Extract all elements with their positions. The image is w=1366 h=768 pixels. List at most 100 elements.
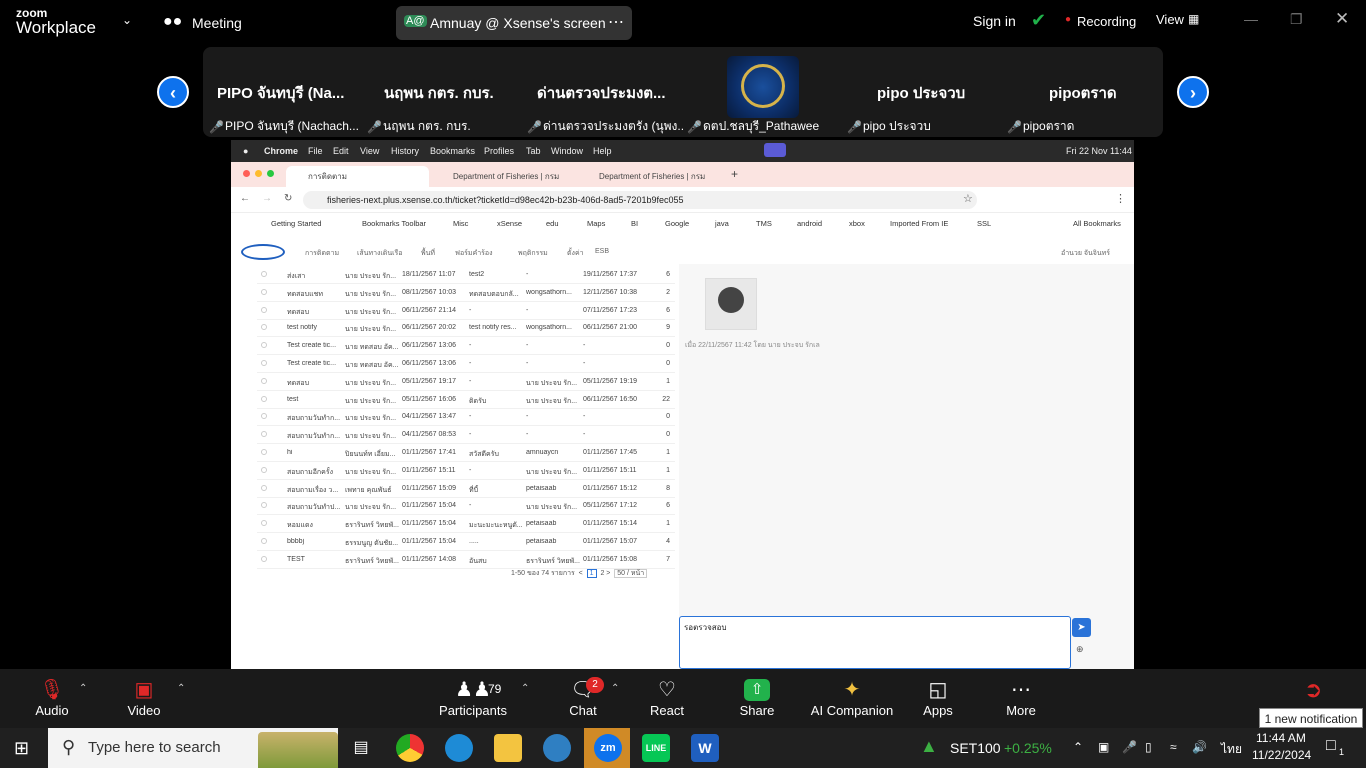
row-select-icon[interactable] [261, 306, 267, 313]
row-select-icon[interactable] [261, 502, 267, 509]
screen-share-pill[interactable]: A@ Amnuay @ Xsense's screen ⋯ [396, 6, 632, 40]
line-app-icon[interactable]: LINE [642, 734, 670, 762]
row-select-icon[interactable] [261, 484, 267, 491]
gallery-next-button[interactable]: › [1177, 76, 1209, 108]
row-select-icon[interactable] [261, 342, 267, 349]
tray-meet-icon[interactable]: ▣ [1098, 740, 1109, 754]
menu-item[interactable]: Edit [333, 146, 349, 156]
ai-companion-button[interactable]: ✦ AI Companion [807, 677, 897, 718]
task-view-icon[interactable]: ▤ [347, 734, 375, 762]
menu-item[interactable]: Window [551, 146, 583, 156]
taskbar-time[interactable]: 11:44 AM [1256, 731, 1306, 745]
bookmark-item[interactable]: Misc [453, 219, 468, 228]
stock-chart-icon[interactable]: ▲ [920, 736, 938, 757]
table-row[interactable]: TEST ธรารินทร์ วิทยพั... 01/11/2567 14:08 อ… [257, 551, 675, 569]
window-close-dot-icon[interactable] [243, 170, 250, 177]
video-options-icon[interactable]: ⌃ [177, 683, 185, 694]
participants-button[interactable]: ♟♟ Participants [428, 677, 518, 718]
row-select-icon[interactable] [261, 288, 267, 295]
chat-options-icon[interactable]: ⌃ [611, 683, 619, 694]
row-select-icon[interactable] [261, 395, 267, 402]
table-row[interactable]: สอบถามอีกครั้ง นาย ประจบ รัก... 01/11/2567… [257, 462, 675, 480]
taskbar-date[interactable]: 11/22/2024 [1252, 748, 1311, 762]
browser-tab[interactable]: Department of Fisheries | กรม [577, 166, 720, 187]
new-tab-icon[interactable]: + [731, 167, 738, 181]
minimize-icon[interactable]: — [1244, 11, 1258, 27]
ticker-name[interactable]: SET100 [950, 740, 1001, 756]
tile-name[interactable]: นฤพน กตร. กบร. [384, 81, 524, 105]
battery-icon[interactable]: ▯ [1145, 740, 1152, 754]
zoom-share-icon[interactable] [764, 143, 786, 157]
search-app-icon[interactable] [543, 734, 571, 762]
table-row[interactable]: สอบถามวันทำก... นาย ประจบ รัก... 04/11/256… [257, 426, 675, 445]
more-button[interactable]: ⋯ More [976, 677, 1066, 718]
table-row[interactable]: test notify นาย ประจบ รัก... 06/11/2567 20… [257, 319, 675, 338]
notification-center-icon[interactable]: □ [1326, 737, 1336, 755]
nav-item[interactable]: พฤติกรรม [518, 248, 548, 259]
forward-icon[interactable]: → [262, 193, 272, 204]
apps-button[interactable]: ◱ Apps [893, 677, 983, 718]
send-button[interactable]: ➤ [1072, 618, 1091, 637]
menu-item[interactable]: Profiles [484, 146, 514, 156]
window-max-dot-icon[interactable] [267, 170, 274, 177]
table-row[interactable]: bbbbj ธรรมนูญ ตันชัย... 01/11/2567 15:04..… [257, 533, 675, 551]
zoom-taskbar-active[interactable]: zm [584, 728, 630, 768]
leave-icon[interactable]: ➲ [1304, 677, 1322, 703]
nav-item[interactable]: พื้นที่ [421, 248, 435, 259]
window-min-dot-icon[interactable] [255, 170, 262, 177]
row-select-icon[interactable] [261, 449, 267, 455]
page-button[interactable]: 2 [600, 570, 604, 577]
more-options-icon[interactable]: ⋯ [608, 12, 624, 32]
row-select-icon[interactable] [261, 360, 267, 366]
menu-item[interactable]: Help [593, 146, 612, 156]
browser-tab-active[interactable]: การติดตาม [286, 166, 429, 187]
table-row[interactable]: test นาย ประจบ รัก... 05/11/2567 16:06 ติดร… [257, 391, 675, 409]
view-button[interactable]: View [1156, 12, 1184, 27]
menu-item[interactable]: File [308, 146, 323, 156]
gallery-prev-button[interactable]: ‹ [157, 76, 189, 108]
react-button[interactable]: ♡ React [622, 677, 712, 718]
nav-item[interactable]: การติดตาม [305, 248, 339, 259]
attachment-thumbnail[interactable] [705, 278, 757, 330]
meeting-label[interactable]: Meeting [192, 15, 242, 31]
bookmark-item[interactable]: TMS [756, 219, 772, 228]
table-row[interactable]: ทดสอบแชท นาย ประจบ รัก... 08/11/2567 10:03… [257, 284, 675, 302]
table-row[interactable]: Test create tic... นาย ทดสอบ อัค... 06/11/… [257, 337, 675, 356]
row-select-icon[interactable] [261, 520, 267, 527]
menu-item[interactable]: Chrome [264, 146, 298, 156]
nav-item[interactable]: เส้นทางเดินเรือ [357, 248, 403, 259]
tile-name[interactable]: ด่านตรวจประมงต... [537, 81, 677, 105]
audio-options-icon[interactable]: ⌃ [79, 683, 87, 694]
back-icon[interactable]: ← [240, 193, 250, 204]
bookmark-item[interactable]: edu [546, 219, 559, 228]
row-select-icon[interactable] [261, 413, 267, 420]
share-button[interactable]: ⇧ Share [712, 677, 802, 718]
participant-avatar-seal[interactable] [727, 56, 799, 118]
table-row[interactable]: หอมแดง ธรารินทร์ วิทยพั... 01/11/2567 15:0… [257, 515, 675, 534]
language-indicator[interactable]: ไทย [1221, 740, 1242, 759]
file-explorer-icon[interactable] [494, 734, 522, 762]
menu-item[interactable]: Tab [526, 146, 541, 156]
tray-mic-icon[interactable]: 🎤 [1122, 740, 1137, 754]
row-select-icon[interactable] [261, 466, 267, 473]
wifi-icon[interactable]: ≈ [1170, 740, 1177, 754]
row-select-icon[interactable] [261, 271, 267, 277]
bookmark-item[interactable]: BI [631, 219, 638, 228]
reload-icon[interactable]: ↻ [284, 193, 292, 204]
maximize-icon[interactable]: ❐ [1290, 11, 1303, 28]
bookmark-item[interactable]: java [715, 219, 729, 228]
grid-icon[interactable]: ▦ [1188, 12, 1199, 26]
kebab-menu-icon[interactable]: ⋮ [1115, 192, 1126, 205]
user-menu[interactable]: อำนวย จันจินทร์ [1061, 248, 1110, 259]
shared-screen[interactable]: ● Chrome File Edit View History Bookmark… [231, 140, 1134, 669]
row-select-icon[interactable] [261, 555, 267, 562]
nav-item[interactable]: ฟอร์มคำร้อง [455, 248, 493, 259]
close-icon[interactable]: ✕ [1335, 9, 1349, 29]
table-row[interactable]: Test create tic... นาย ทดสอบ อัค... 06/11/… [257, 355, 675, 373]
row-select-icon[interactable] [261, 324, 267, 331]
table-row[interactable]: ส่งเสา นาย ประจบ รัก... 18/11/2567 11:07 te… [257, 266, 675, 284]
per-page-select[interactable]: 50 / หน้า [614, 569, 648, 578]
address-bar[interactable]: fisheries-next.plus.xsense.co.th/ticket?… [303, 191, 977, 209]
message-input[interactable]: รอตรวจสอบ [679, 616, 1071, 669]
tray-chevron-icon[interactable]: ⌃ [1073, 740, 1083, 754]
